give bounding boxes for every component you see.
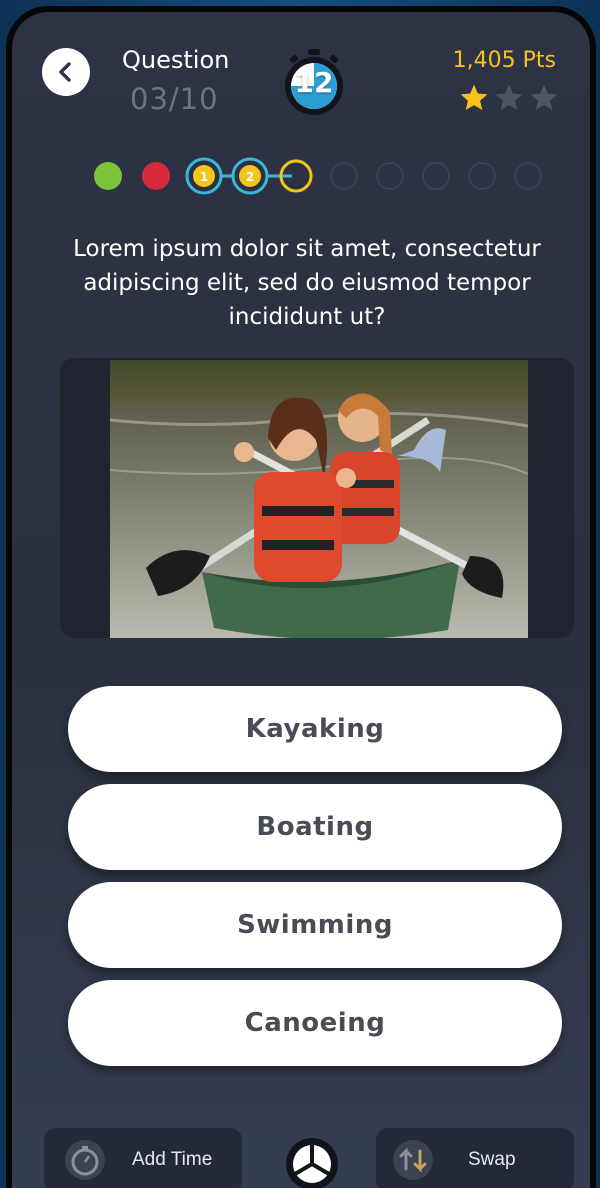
progress-dot-upcoming <box>468 162 496 190</box>
stopwatch-icon <box>65 1140 105 1180</box>
answer-option-3[interactable]: Swimming <box>68 882 562 968</box>
fifty-fifty-pie-icon[interactable] <box>284 1136 340 1188</box>
points-score: 1,405 Pts <box>452 48 556 73</box>
question-label: Question <box>122 46 230 74</box>
progress-dot-correct <box>94 162 122 190</box>
answer-option-1[interactable]: Kayaking <box>68 686 562 772</box>
answer-option-2[interactable]: Boating <box>68 784 562 870</box>
star-rating <box>458 82 560 114</box>
answer-option-4[interactable]: Canoeing <box>68 980 562 1066</box>
question-text: Lorem ipsum dolor sit amet, consectetur … <box>73 236 541 330</box>
canoe-photo-icon <box>110 360 528 638</box>
question-progress: 1 2 <box>94 157 542 195</box>
star-empty-icon <box>530 84 558 110</box>
progress-dot-label: 1 <box>200 170 208 184</box>
swap-icon <box>393 1140 433 1180</box>
swap-button[interactable]: Swap <box>376 1128 574 1188</box>
quiz-screen: Question 03/10 12 1,405 Pts 1 2 Lorem ip… <box>6 6 596 1188</box>
question-counter: 03/10 <box>130 82 219 116</box>
chevron-left-icon <box>59 62 71 82</box>
progress-dot-wrong <box>142 162 170 190</box>
add-time-button[interactable]: Add Time <box>44 1128 242 1188</box>
add-time-label: Add Time <box>132 1149 213 1170</box>
timer-value: 12 <box>294 66 334 99</box>
progress-dot-upcoming <box>330 162 358 190</box>
progress-dot-label: 2 <box>246 170 254 184</box>
back-button[interactable] <box>42 48 90 96</box>
star-empty-icon <box>495 84 523 110</box>
progress-dot-upcoming <box>514 162 542 190</box>
progress-dot-upcoming <box>422 162 450 190</box>
question-image <box>110 360 528 638</box>
progress-dot-upcoming <box>376 162 404 190</box>
timer: 12 <box>280 48 348 116</box>
swap-label: Swap <box>468 1149 516 1170</box>
star-filled-icon <box>460 84 488 110</box>
